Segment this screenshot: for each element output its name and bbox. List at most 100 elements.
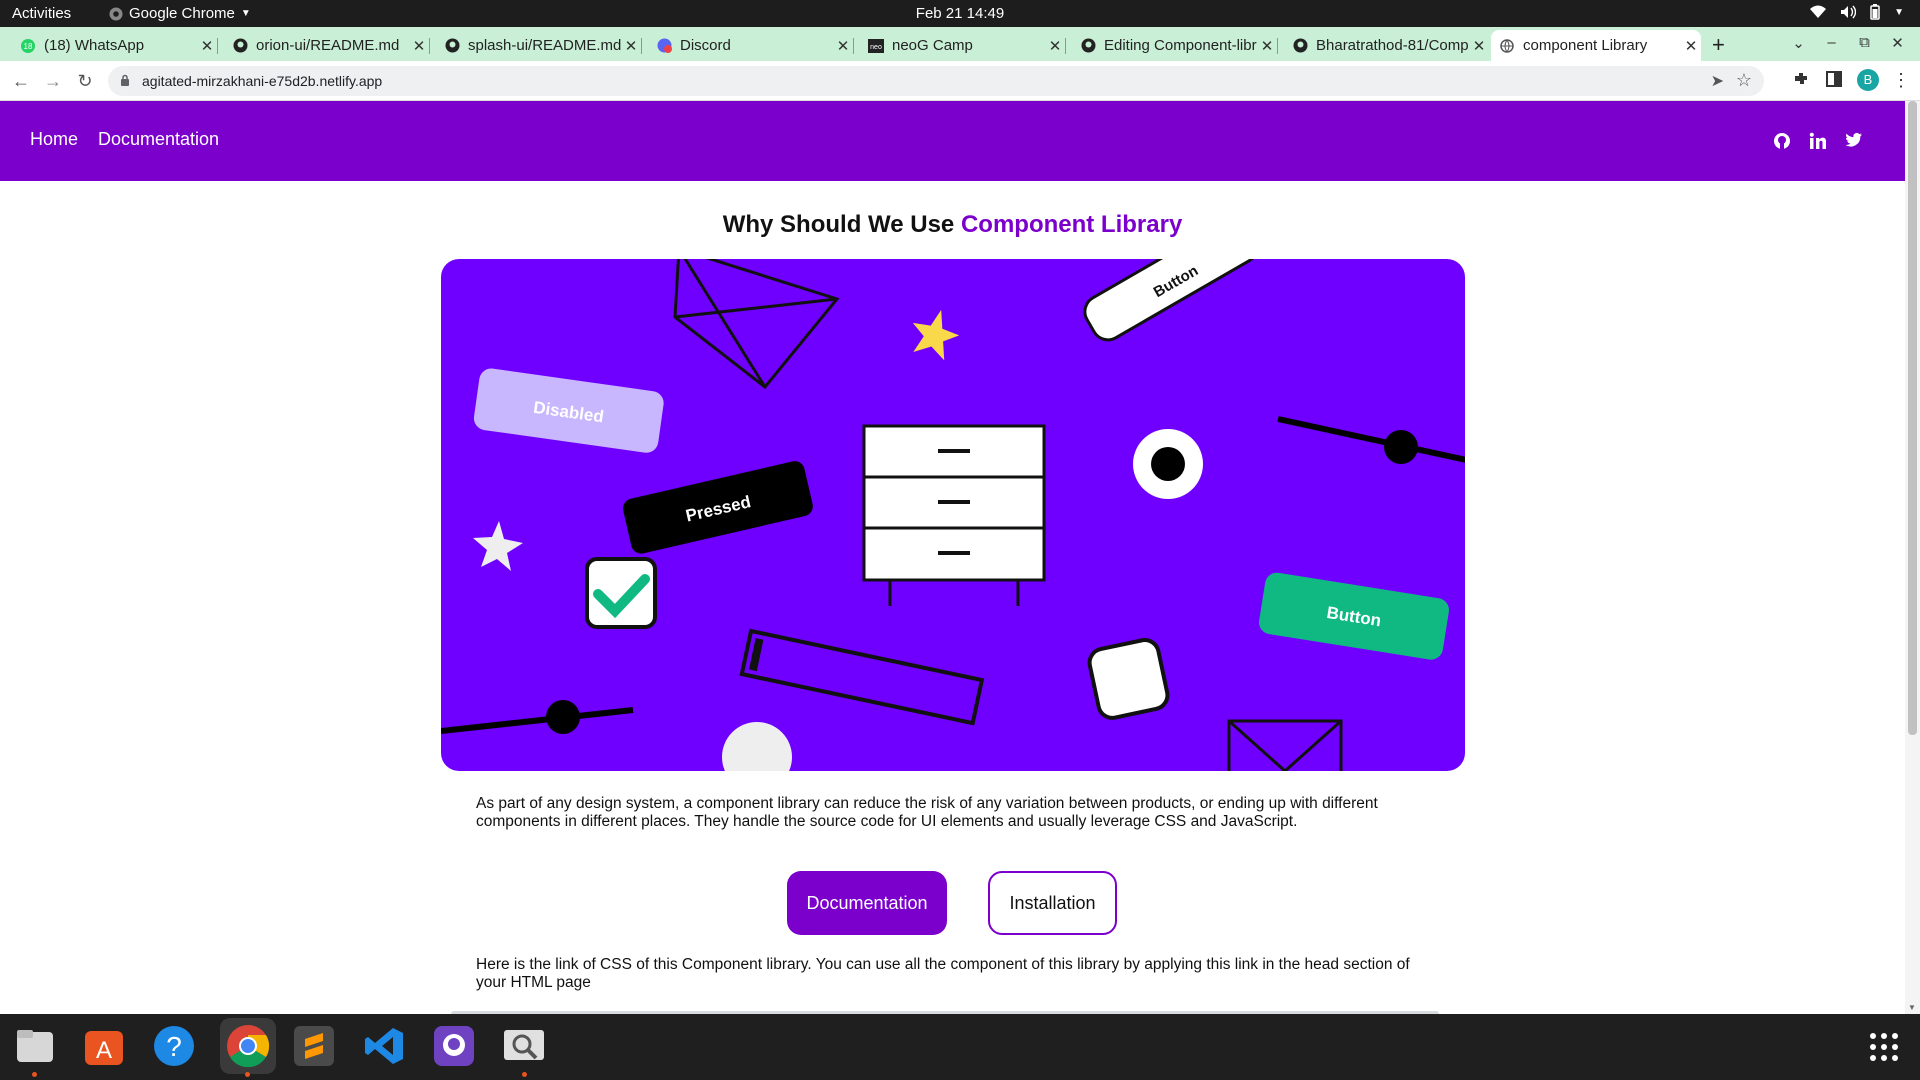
tab-component-library[interactable]: component Library ✕: [1491, 30, 1701, 61]
svg-text:?: ?: [166, 1031, 182, 1062]
vscode-icon[interactable]: [360, 1022, 408, 1070]
system-tray[interactable]: ▼: [1810, 4, 1904, 20]
software-center-icon[interactable]: A: [80, 1022, 128, 1070]
page-scrollbar[interactable]: ▲ ▼: [1905, 101, 1920, 1014]
whatsapp-icon: 18: [20, 38, 36, 54]
star-yellow-icon: [912, 309, 960, 361]
close-icon[interactable]: ✕: [621, 37, 641, 55]
scroll-down-icon[interactable]: ▼: [1908, 1003, 1916, 1012]
kite-shape: [673, 259, 840, 390]
headline-accent: Component Library: [960, 211, 1183, 238]
installation-button[interactable]: Installation: [988, 871, 1117, 935]
tab-title: Discord: [680, 37, 731, 54]
forward-icon[interactable]: →: [43, 71, 63, 91]
close-window-icon[interactable]: ✕: [1881, 34, 1914, 52]
github-icon: [444, 38, 460, 54]
close-icon[interactable]: ✕: [197, 37, 217, 55]
github-icon: [1080, 38, 1096, 54]
github-icon: [232, 38, 248, 54]
hero-illustration-art: Button Disabled Pressed Button: [441, 259, 1465, 771]
browser-toolbar: ← → ↻ agitated-mirzakhani-e75d2b.netlify…: [0, 61, 1920, 101]
files-icon[interactable]: [11, 1022, 59, 1070]
lock-icon: [121, 74, 129, 86]
tab-whatsapp[interactable]: 18 (18) WhatsApp ✕: [12, 30, 218, 61]
battery-icon: [1870, 4, 1880, 20]
green-button-illustration: Button: [1259, 572, 1449, 660]
envelope-bottom: [1227, 719, 1343, 771]
tab-title: neoG Camp: [892, 37, 973, 54]
screenshot-viewer-icon[interactable]: [500, 1022, 548, 1070]
page-title: Why Should We Use Component Library: [0, 211, 1905, 239]
circle-bottom: [722, 722, 792, 771]
neog-icon: neo: [868, 38, 884, 54]
tab-orion-readme[interactable]: orion-ui/README.md ✕: [224, 30, 430, 61]
nav-home-link[interactable]: Home: [30, 129, 78, 150]
reload-icon[interactable]: ↻: [75, 71, 95, 91]
chrome-icon[interactable]: [220, 1018, 276, 1074]
drawer-cabinet: [862, 424, 1046, 606]
ubuntu-dock: A ?: [0, 1014, 1920, 1080]
css-link-paragraph: Here is the link of CSS of this Componen…: [476, 956, 1410, 991]
tab-title: (18) WhatsApp: [44, 37, 145, 54]
profile-avatar[interactable]: B: [1857, 69, 1879, 91]
address-bar[interactable]: agitated-mirzakhani-e75d2b.netlify.app ➤…: [108, 66, 1764, 96]
close-icon[interactable]: ✕: [833, 37, 853, 55]
send-tab-icon[interactable]: ➤: [1711, 71, 1724, 91]
back-icon[interactable]: ←: [11, 71, 31, 91]
minimize-icon[interactable]: –: [1815, 34, 1848, 52]
svg-text:neo: neo: [870, 44, 882, 51]
globe-icon: [1499, 38, 1515, 54]
clock[interactable]: Feb 21 14:49: [0, 5, 1920, 22]
button-top-illustration: Button: [1083, 259, 1259, 342]
sublime-text-icon[interactable]: [290, 1022, 338, 1070]
close-icon[interactable]: ✕: [1469, 37, 1489, 55]
twitter-icon[interactable]: [1845, 132, 1863, 148]
show-applications-icon[interactable]: [1869, 1032, 1899, 1062]
close-icon[interactable]: ✕: [409, 37, 429, 55]
documentation-button[interactable]: Documentation: [787, 871, 947, 935]
close-icon[interactable]: ✕: [1681, 37, 1701, 55]
tab-strip: 18 (18) WhatsApp ✕ orion-ui/README.md ✕ …: [0, 27, 1920, 61]
tab-search-icon[interactable]: ⌄: [1782, 34, 1815, 52]
tab-splash-readme[interactable]: splash-ui/README.md ✕: [436, 30, 642, 61]
slider-left: [441, 707, 634, 734]
rounded-square-illustration: [1087, 638, 1170, 720]
hero-illustration: Button Disabled Pressed Button: [441, 259, 1465, 771]
nav-documentation-link[interactable]: Documentation: [98, 129, 219, 150]
url-text: agitated-mirzakhani-e75d2b.netlify.app: [142, 73, 383, 89]
tab-editing-component[interactable]: Editing Component-library ✕: [1072, 30, 1278, 61]
wifi-icon: [1810, 5, 1827, 18]
restore-icon[interactable]: ⧉: [1848, 34, 1881, 52]
site-navbar: Home Documentation: [0, 101, 1905, 181]
new-tab-button[interactable]: +: [1712, 32, 1725, 58]
pressed-button-illustration: Pressed: [622, 461, 813, 554]
chevron-down-icon: ▼: [1894, 6, 1904, 18]
star-white-icon: [473, 521, 523, 571]
tab-title: component Library: [1523, 37, 1648, 54]
side-panel-icon[interactable]: [1825, 70, 1843, 88]
headline-prefix: Why Should We Use: [722, 211, 961, 238]
progress-bar-illustration: [739, 628, 985, 726]
close-icon[interactable]: ✕: [1045, 37, 1065, 55]
menu-kebab-icon[interactable]: ⋮: [1892, 70, 1910, 91]
close-icon[interactable]: ✕: [1257, 37, 1277, 55]
scrollbar-thumb[interactable]: [1908, 101, 1917, 735]
tab-title: Editing Component-library: [1104, 37, 1257, 54]
volume-icon: [1841, 5, 1857, 19]
tab-neog-camp[interactable]: neo neoG Camp ✕: [860, 30, 1066, 61]
tab-discord[interactable]: Discord ✕: [648, 30, 854, 61]
discord-icon: [656, 38, 672, 54]
description-paragraph: As part of any design system, a componen…: [476, 795, 1378, 830]
bookmark-star-icon[interactable]: ☆: [1736, 70, 1752, 91]
extensions-icon[interactable]: [1792, 70, 1810, 88]
disabled-button-illustration: Disabled: [473, 368, 664, 453]
github-icon: [1292, 38, 1308, 54]
svg-text:A: A: [96, 1037, 112, 1064]
tab-title: orion-ui/README.md: [256, 37, 400, 54]
help-icon[interactable]: ?: [150, 1022, 198, 1070]
github-icon[interactable]: [1773, 132, 1791, 150]
linkedin-icon[interactable]: [1809, 132, 1827, 150]
github-desktop-icon[interactable]: [430, 1022, 478, 1070]
running-indicator: [245, 1072, 250, 1077]
tab-bharatrathod[interactable]: Bharatrathod-81/Component ✕: [1284, 30, 1489, 61]
